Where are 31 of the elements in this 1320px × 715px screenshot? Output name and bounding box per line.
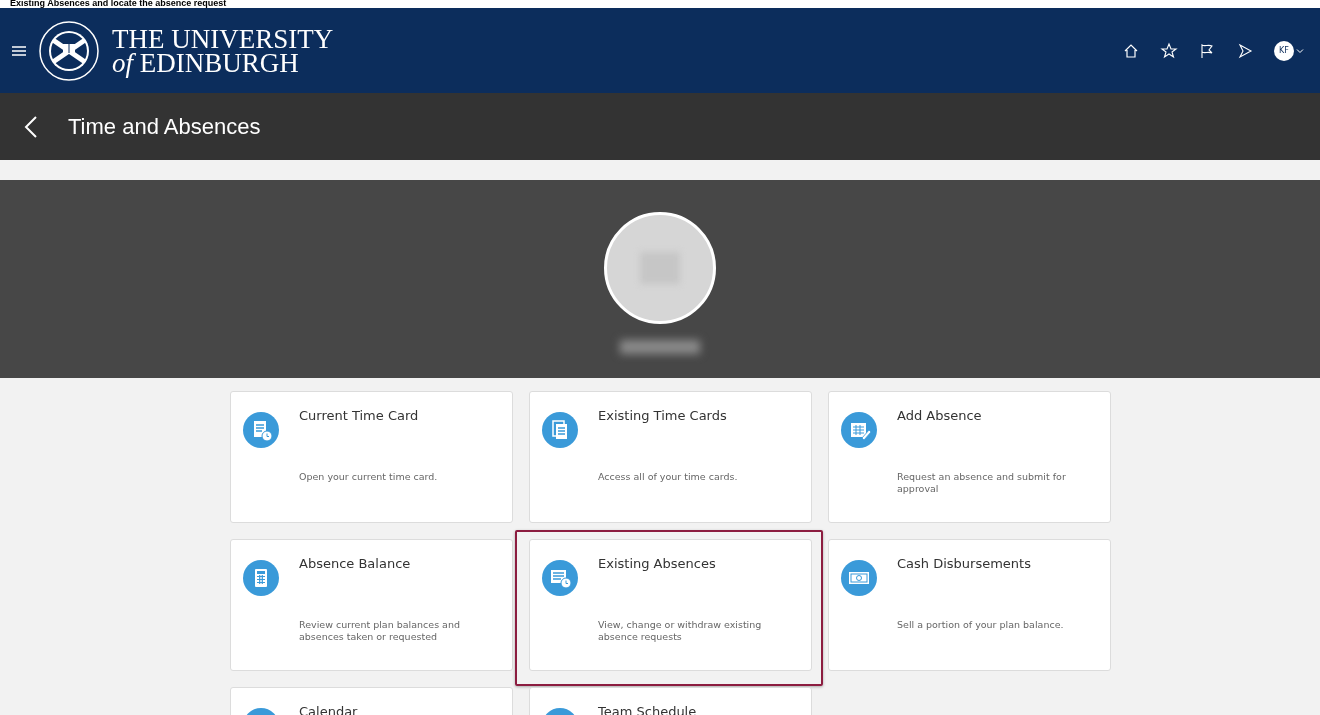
tile-description: View, change or withdraw existing absence requests bbox=[598, 619, 763, 643]
tile-description: Sell a portion of your plan balance. bbox=[897, 619, 1065, 631]
tile-card[interactable]: Add Absence Request an absence and submit for approval bbox=[828, 391, 1111, 523]
tile-card[interactable]: Absence Balance Review current plan balances and absences taken or requested bbox=[230, 539, 513, 671]
tile-card[interactable]: Cash Disbursements Sell a portion of your plan balance. bbox=[828, 539, 1111, 671]
send-icon[interactable] bbox=[1236, 41, 1254, 60]
tile-title: Cash Disbursements bbox=[897, 556, 1032, 571]
caption-text: Existing Absences and locate the absence request bbox=[10, 0, 227, 8]
tile-card[interactable]: Existing Time Cards Access all of your time cards. bbox=[529, 391, 812, 523]
timecards-icon bbox=[542, 412, 578, 448]
page-title: Time and Absences bbox=[68, 113, 261, 140]
crest-logo-icon bbox=[38, 19, 100, 82]
tile-description: Request an absence and submit for approval bbox=[897, 471, 1067, 495]
tile-title: Absence Balance bbox=[299, 556, 412, 571]
back-icon[interactable] bbox=[24, 114, 38, 139]
tile-title: Existing Absences bbox=[598, 556, 717, 571]
tile-title: Current Time Card bbox=[299, 408, 420, 423]
tile-title: Existing Time Cards bbox=[598, 408, 728, 423]
tile-card[interactable]: Current Time Card Open your current time card. bbox=[230, 391, 513, 523]
tile-description: Access all of your time cards. bbox=[598, 471, 739, 483]
user-avatar[interactable]: KF bbox=[1274, 40, 1294, 61]
tile-title: Add Absence bbox=[897, 408, 983, 423]
cash-icon bbox=[841, 560, 877, 596]
timecard-icon bbox=[243, 412, 279, 448]
tile-description: Open your current time card. bbox=[299, 471, 439, 483]
star-icon[interactable] bbox=[1160, 41, 1178, 60]
tile-description: Review current plan balances and absences taken or requested bbox=[299, 619, 461, 643]
tile-card[interactable]: Existing Absences View, change or withdraw existing absence requests bbox=[529, 539, 812, 671]
chevron-down-icon[interactable] bbox=[1296, 46, 1304, 55]
menu-icon[interactable] bbox=[12, 44, 26, 57]
logo-text: THE UNIVERSITY bbox=[112, 26, 334, 51]
